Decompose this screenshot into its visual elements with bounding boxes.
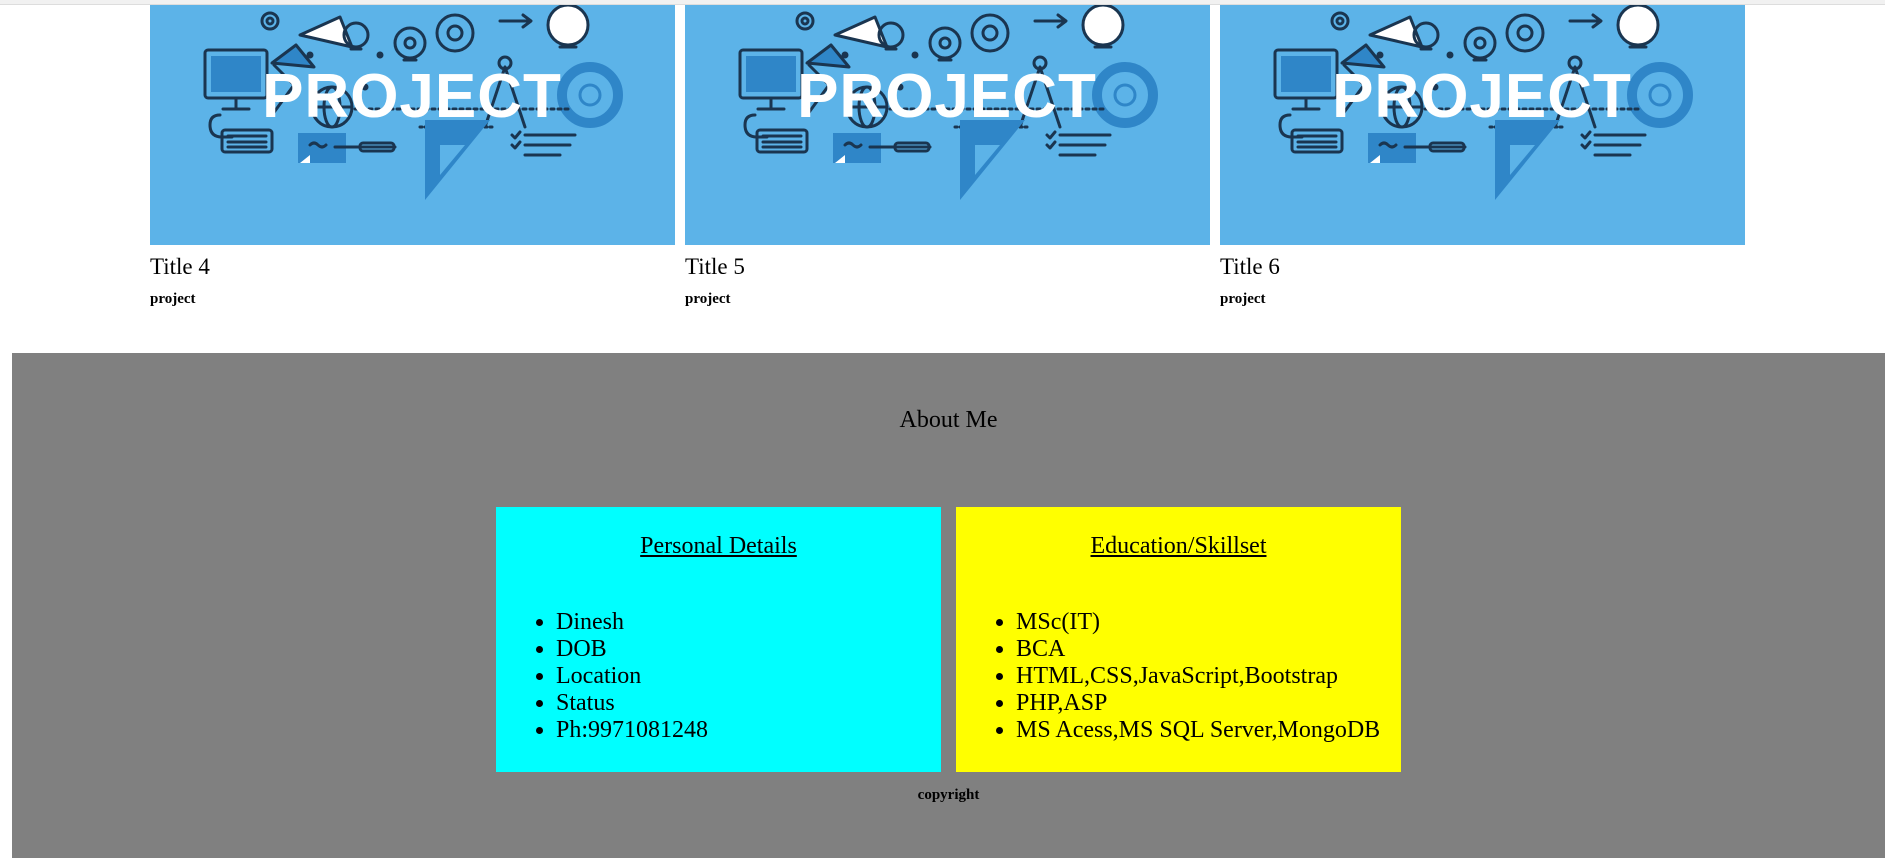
personal-details-box: Personal Details Dinesh DOB Location Sta… (496, 507, 941, 772)
project-title[interactable]: Title 6 (1220, 253, 1280, 280)
project-title[interactable]: Title 5 (685, 253, 745, 280)
project-card[interactable]: Title 6 project (1220, 5, 1745, 307)
list-item: PHP,ASP (1016, 690, 1380, 717)
project-card[interactable]: Title 4 project (150, 5, 675, 307)
list-item: BCA (1016, 636, 1380, 663)
list-item: MSc(IT) (1016, 609, 1380, 636)
project-card[interactable]: Title 5 project (685, 5, 1210, 307)
project-tag: project (1220, 291, 1266, 307)
project-title[interactable]: Title 4 (150, 253, 210, 280)
list-item: DOB (556, 636, 708, 663)
list-item: Ph:9971081248 (556, 717, 708, 744)
personal-details-heading: Personal Details (640, 533, 797, 559)
project-image[interactable] (150, 5, 675, 245)
education-heading: Education/Skillset (1090, 533, 1267, 559)
project-tag: project (685, 291, 731, 307)
personal-details-list: Dinesh DOB Location Status Ph:9971081248 (496, 609, 708, 744)
list-item: HTML,CSS,JavaScript,Bootstrap (1016, 663, 1380, 690)
copyright-text: copyright (917, 787, 980, 803)
about-title: About Me (899, 407, 998, 433)
education-list: MSc(IT) BCA HTML,CSS,JavaScript,Bootstra… (956, 609, 1380, 744)
project-image[interactable] (1220, 5, 1745, 245)
list-item: Status (556, 690, 708, 717)
list-item: Location (556, 663, 708, 690)
about-section: About Me Personal Details Dinesh DOB Loc… (12, 353, 1885, 858)
list-item: MS Acess,MS SQL Server,MongoDB (1016, 717, 1380, 744)
list-item: Dinesh (556, 609, 708, 636)
project-image[interactable] (685, 5, 1210, 245)
education-box: Education/Skillset MSc(IT) BCA HTML,CSS,… (956, 507, 1401, 772)
project-tag: project (150, 291, 196, 307)
